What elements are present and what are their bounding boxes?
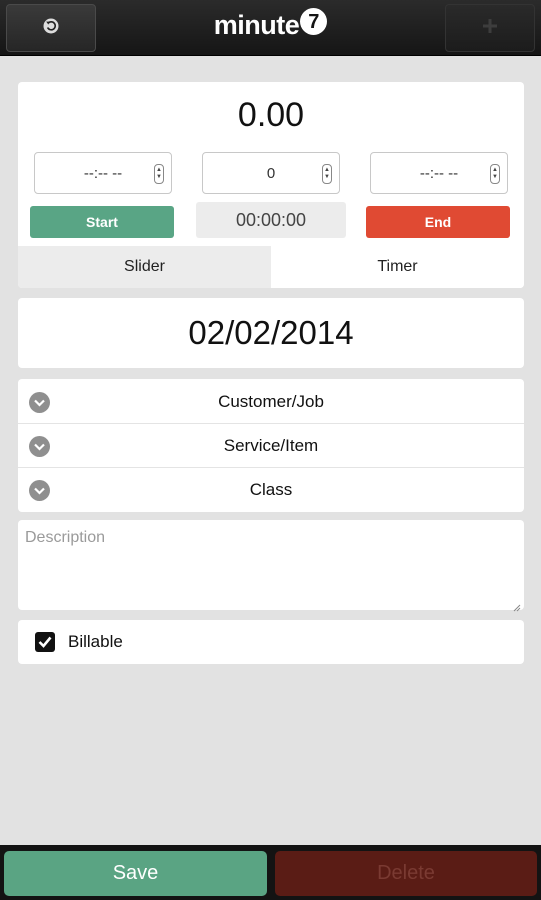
- date-field[interactable]: 02/02/2014: [18, 298, 524, 368]
- customer-job-label: Customer/Job: [218, 391, 324, 411]
- start-time-stepper[interactable]: ▲ ▼: [154, 164, 164, 184]
- end-time-input[interactable]: --:-- -- ▲ ▼: [370, 152, 508, 194]
- class-label: Class: [249, 480, 293, 499]
- delete-button[interactable]: Delete: [275, 851, 537, 896]
- timer-card: 0.00 --:-- -- ▲ ▼ 0 ▲ ▼ --:-- -- ▲ ▼ Start …: [18, 82, 524, 288]
- duration-input[interactable]: 0 ▲ ▼: [202, 152, 340, 194]
- start-button[interactable]: Start: [30, 206, 174, 238]
- plus-icon: [483, 18, 497, 38]
- hours-amount: 0.00: [237, 96, 305, 134]
- add-button[interactable]: [445, 4, 535, 52]
- billable-label: Billable: [68, 632, 123, 651]
- bottom-bar: Save Delete: [0, 845, 541, 900]
- end-button[interactable]: End: [366, 206, 510, 238]
- dropdown-list: Customer/Job Service/Item Class: [18, 379, 524, 512]
- start-time-placeholder: --:-- --: [83, 164, 123, 182]
- tab-timer[interactable]: Timer: [271, 246, 524, 288]
- chevron-down-icon: [29, 480, 50, 501]
- service-item-label: Service/Item: [223, 435, 319, 455]
- logo-mark: 7: [300, 8, 328, 35]
- duration-stepper[interactable]: ▲ ▼: [322, 164, 332, 184]
- elapsed-time: 00:00:00: [196, 202, 346, 238]
- top-bar: minute 7: [0, 0, 541, 56]
- billable-row: Billable: [18, 620, 524, 664]
- end-time-placeholder: --:-- --: [419, 164, 459, 182]
- end-time-stepper[interactable]: ▲ ▼: [490, 164, 500, 184]
- billable-checkbox[interactable]: [35, 632, 55, 652]
- chevron-down-icon: [29, 436, 50, 457]
- save-button[interactable]: Save: [4, 851, 267, 896]
- resize-grip-icon[interactable]: [513, 599, 521, 612]
- start-time-input[interactable]: --:-- -- ▲ ▼: [34, 152, 172, 194]
- description-card: [18, 520, 524, 612]
- tab-slider[interactable]: Slider: [18, 246, 271, 288]
- description-textarea[interactable]: [18, 520, 524, 610]
- logo-text: minute: [213, 10, 300, 40]
- duration-value: 0: [266, 164, 276, 182]
- service-item-select[interactable]: Service/Item: [18, 424, 524, 468]
- customer-job-select[interactable]: Customer/Job: [18, 380, 524, 424]
- chevron-down-icon: [29, 392, 50, 413]
- class-select[interactable]: Class: [18, 468, 524, 512]
